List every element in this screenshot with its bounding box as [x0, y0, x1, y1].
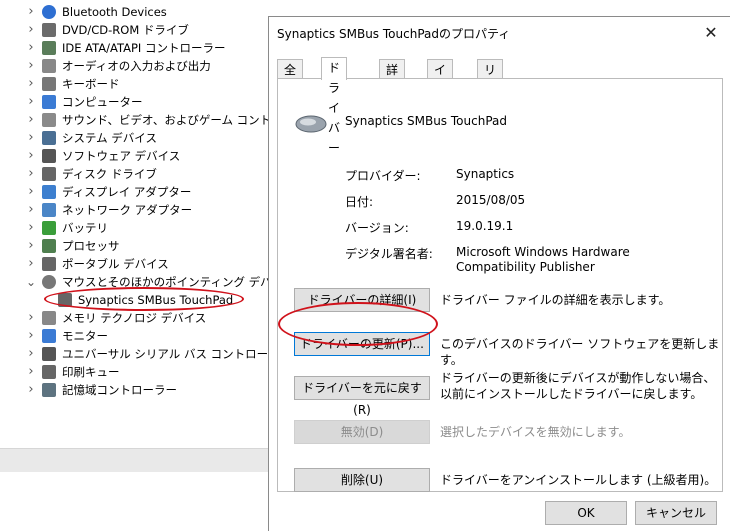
chevron-right-icon[interactable]: ›	[26, 345, 36, 363]
tree-item-label: IDE ATA/ATAPI コントローラー	[62, 41, 226, 55]
battery-icon	[42, 221, 56, 235]
tab-general[interactable]: 全般	[277, 59, 304, 97]
tree-item-label: バッテリ	[62, 221, 108, 235]
tree-item-label: ディスク ドライブ	[62, 167, 157, 181]
display-adapter-icon	[42, 185, 56, 199]
ide-controller-icon	[42, 41, 56, 55]
chevron-right-icon[interactable]: ›	[26, 327, 36, 345]
tree-item-label: 記憶域コントローラー	[62, 383, 177, 397]
provider-value: Synaptics	[456, 167, 515, 181]
tree-item-label: ソフトウェア デバイス	[62, 149, 181, 163]
tree-item-label: 印刷キュー	[62, 365, 120, 379]
system-device-icon	[42, 131, 56, 145]
memory-icon	[42, 311, 56, 325]
status-bar	[0, 448, 268, 473]
tree-item-label: ポータブル デバイス	[62, 257, 169, 271]
update-driver-description: このデバイスのドライバー ソフトウェアを更新します。	[440, 337, 720, 367]
chevron-right-icon[interactable]: ›	[26, 309, 36, 327]
portable-device-icon	[42, 257, 56, 271]
driver-tab-panel: Synaptics SMBus TouchPad プロバイダー: Synapti…	[277, 78, 723, 492]
monitor-icon	[42, 329, 56, 343]
chevron-right-icon[interactable]: ›	[26, 183, 36, 201]
printer-icon	[42, 365, 56, 379]
tab-details[interactable]: 詳細	[379, 59, 406, 97]
date-value: 2015/08/05	[456, 193, 526, 207]
disk-drive-icon	[42, 167, 56, 181]
empty-area	[0, 472, 268, 531]
chevron-down-icon[interactable]: ⌄	[26, 273, 36, 291]
chevron-right-icon[interactable]: ›	[26, 255, 36, 273]
usb-icon	[42, 347, 56, 361]
processor-icon	[42, 239, 56, 253]
device-tree: › Bluetooth Devices › DVD/CD-ROM ドライブ › IDE A…	[0, 0, 317, 470]
mouse-icon	[42, 275, 56, 289]
rollback-driver-button[interactable]: ドライバーを元に戻す(R)	[294, 376, 430, 417]
tree-item-label: ネットワーク アダプター	[62, 203, 193, 217]
computer-icon	[42, 95, 56, 109]
chevron-right-icon[interactable]: ›	[26, 93, 36, 111]
tree-item-label: DVD/CD-ROM ドライブ	[62, 23, 189, 37]
title-bar: Synaptics SMBus TouchPadのプロパティ ✕	[269, 17, 730, 49]
chevron-right-icon[interactable]: ›	[26, 201, 36, 219]
tree-item-label: ディスプレイ アダプター	[62, 185, 192, 199]
tree-item-label: モニター	[62, 329, 108, 343]
chevron-right-icon[interactable]: ›	[26, 3, 36, 21]
chevron-right-icon[interactable]: ›	[26, 219, 36, 237]
tab-resources[interactable]: リソース	[477, 59, 504, 137]
dialog-title: Synaptics SMBus TouchPadのプロパティ	[277, 27, 511, 41]
device-name: Synaptics SMBus TouchPad	[345, 114, 507, 128]
signer-value: Microsoft Windows Hardware Compatibility…	[456, 245, 630, 274]
tree-item-label: ユニバーサル シリアル バス コントローラー	[62, 347, 292, 361]
network-adapter-icon	[42, 203, 56, 217]
chevron-right-icon[interactable]: ›	[26, 129, 36, 147]
storage-controller-icon	[42, 383, 56, 397]
version-label: バージョン:	[345, 221, 409, 235]
chevron-right-icon[interactable]: ›	[26, 237, 36, 255]
cancel-button[interactable]: キャンセル	[635, 501, 717, 525]
sound-icon	[42, 113, 56, 127]
signer-label: デジタル署名者:	[345, 247, 433, 261]
mouse-device-icon	[295, 115, 327, 133]
driver-details-description: ドライバー ファイルの詳細を表示します。	[440, 293, 671, 307]
version-value: 19.0.19.1	[456, 219, 514, 233]
chevron-right-icon[interactable]: ›	[26, 147, 36, 165]
uninstall-driver-button[interactable]: 削除(U)	[294, 468, 430, 492]
rollback-driver-description: ドライバーの更新後にデバイスが動作しない場合、以前にインストールしたドライバーに…	[440, 371, 716, 401]
chevron-right-icon[interactable]: ›	[26, 57, 36, 75]
provider-label: プロバイダー:	[345, 169, 421, 183]
tree-item-label: メモリ テクノロジ デバイス	[62, 311, 207, 325]
chevron-right-icon[interactable]: ›	[26, 111, 36, 129]
uninstall-driver-description: ドライバーをアンインストールします (上級者用)。	[440, 473, 717, 487]
chevron-right-icon[interactable]: ›	[26, 165, 36, 183]
properties-dialog: Synaptics SMBus TouchPadのプロパティ ✕ 全般 ドライバ…	[268, 16, 730, 531]
disable-device-button[interactable]: 無効(D)	[294, 420, 430, 444]
tab-driver[interactable]: ドライバー	[321, 57, 348, 155]
date-label: 日付:	[345, 195, 374, 209]
highlight-ellipse-touchpad	[44, 287, 244, 311]
tree-item-label: コンピューター	[62, 95, 143, 109]
chevron-right-icon[interactable]: ›	[26, 381, 36, 399]
tree-item-label: キーボード	[62, 77, 120, 91]
tree-item-label: プロセッサ	[62, 239, 120, 253]
disable-device-description: 選択したデバイスを無効にします。	[440, 425, 631, 439]
ok-button[interactable]: OK	[545, 501, 627, 525]
chevron-right-icon[interactable]: ›	[26, 75, 36, 93]
chevron-right-icon[interactable]: ›	[26, 39, 36, 57]
bluetooth-icon	[42, 5, 56, 19]
tree-item-label: オーディオの入力および出力	[62, 59, 211, 73]
chevron-right-icon[interactable]: ›	[26, 363, 36, 381]
software-device-icon	[42, 149, 56, 163]
tree-item-label: Bluetooth Devices	[62, 5, 167, 19]
keyboard-icon	[42, 77, 56, 91]
speaker-icon	[42, 59, 56, 73]
tree-item-label: システム デバイス	[62, 131, 157, 145]
chevron-right-icon[interactable]: ›	[26, 21, 36, 39]
close-icon[interactable]: ✕	[699, 21, 723, 45]
disc-drive-icon	[42, 23, 56, 37]
highlight-ellipse-update	[278, 302, 438, 346]
tab-events[interactable]: イベント	[427, 59, 454, 137]
